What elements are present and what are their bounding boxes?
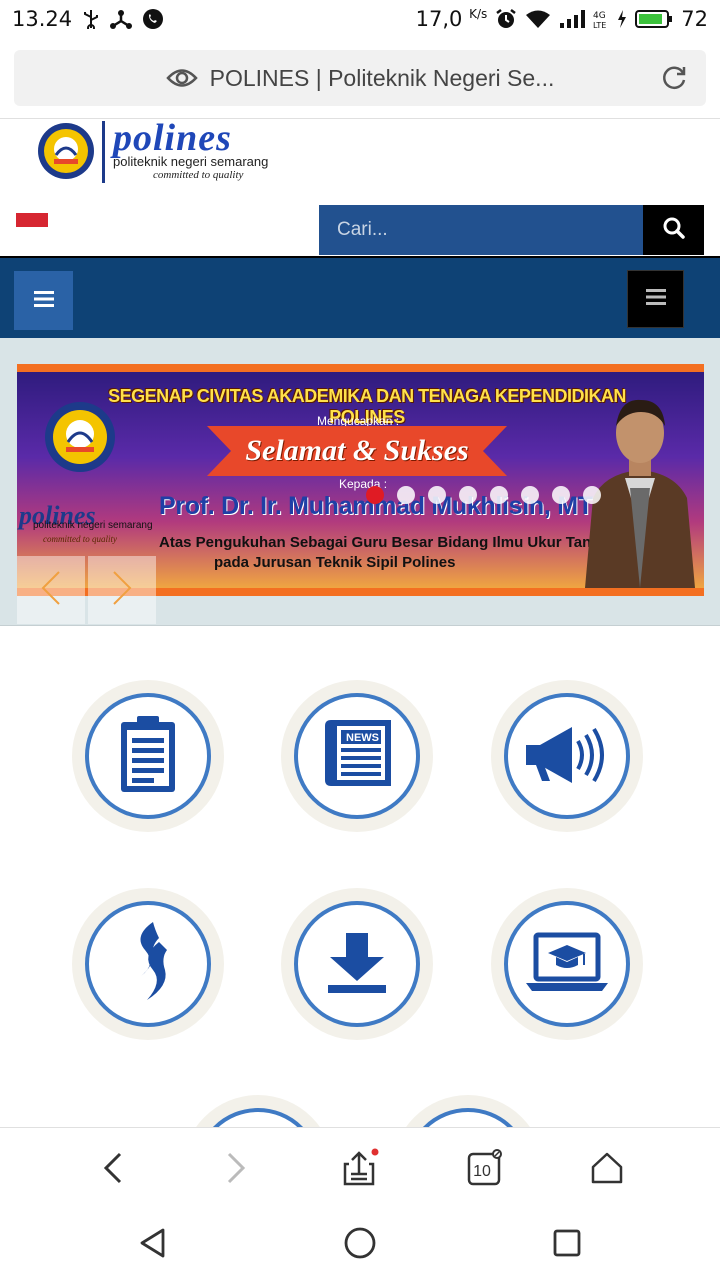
- wifi-icon: [525, 9, 551, 29]
- banner-line-2: pada Jurusan Teknik Sipil Polines: [214, 554, 456, 571]
- slider-next-button[interactable]: [88, 556, 156, 624]
- tile-announcements[interactable]: [72, 680, 224, 832]
- banner-line-1: Atas Pengukuhan Sebagai Guru Besar Bidan…: [159, 534, 609, 551]
- home-icon: [590, 1151, 624, 1189]
- search-button[interactable]: [643, 205, 704, 255]
- chevron-right-icon: [111, 570, 133, 610]
- charging-icon: [617, 9, 627, 29]
- download-icon: [324, 929, 390, 999]
- brand-tagline: politeknik negeri semarang: [113, 154, 269, 169]
- slider-dot[interactable]: [459, 486, 477, 504]
- whatsapp-icon: [142, 8, 164, 30]
- chevron-left-icon: [40, 570, 62, 610]
- back-button[interactable]: [91, 1148, 135, 1192]
- net-speed: 17,0 K/s: [415, 7, 488, 31]
- menu-toggle-right[interactable]: [627, 270, 684, 328]
- tile-elearning[interactable]: [491, 888, 643, 1040]
- slider-dot[interactable]: [397, 486, 415, 504]
- slider-dot[interactable]: [490, 486, 508, 504]
- chevron-right-icon: [226, 1152, 246, 1188]
- search-icon: [663, 217, 685, 243]
- tile-news[interactable]: NEWS: [281, 680, 433, 832]
- polines-seal-icon: [36, 121, 96, 185]
- hamburger-icon: [645, 288, 666, 310]
- tile-polines-profile[interactable]: [72, 888, 224, 1040]
- tile-announcement-megaphone[interactable]: [491, 680, 643, 832]
- page-title: POLINES | Politeknik Negeri Se...: [209, 64, 555, 91]
- forward-button[interactable]: [214, 1148, 258, 1192]
- menu-toggle-left[interactable]: [14, 271, 73, 330]
- banner-greeting: Selamat & Sukses: [245, 434, 469, 467]
- tile-ring: [504, 901, 630, 1027]
- eye-icon: [165, 67, 198, 89]
- status-time: 13.24: [12, 7, 73, 31]
- banner-ribbon: Selamat & Sukses: [207, 426, 507, 476]
- alarm-icon: [495, 8, 517, 30]
- tabs-count: 10: [473, 1163, 491, 1180]
- slider-dot[interactable]: [428, 486, 446, 504]
- home-button[interactable]: [585, 1148, 629, 1192]
- tile-ring: NEWS: [294, 693, 420, 819]
- brand-motto: committed to quality: [153, 169, 244, 181]
- browser-toolbar: 10: [0, 1127, 720, 1209]
- share-network-icon: [110, 9, 133, 29]
- banner-seal-icon: [43, 400, 117, 478]
- banner-logo-motto: committed to quality: [43, 534, 117, 544]
- status-bar: 13.24 17,0 K/s 4G LTE 72: [0, 0, 720, 38]
- search-input[interactable]: [319, 205, 643, 255]
- tabs-button[interactable]: 10: [461, 1148, 505, 1192]
- language-flag-icon[interactable]: [16, 213, 48, 227]
- tile-ring: [85, 693, 211, 819]
- slider-pagination: [366, 486, 601, 504]
- tile-download[interactable]: [281, 888, 433, 1040]
- elearning-laptop-icon: [522, 929, 612, 999]
- slider-dot[interactable]: [366, 486, 384, 504]
- slider-dot[interactable]: [521, 486, 539, 504]
- logo-divider: [102, 121, 105, 183]
- system-recents-button[interactable]: [545, 1223, 589, 1267]
- slider-dot[interactable]: [583, 486, 601, 504]
- site-header: polines politeknik negeri semarang commi…: [0, 118, 720, 256]
- hamburger-icon: [33, 290, 54, 312]
- square-recents-icon: [552, 1228, 582, 1262]
- system-navigation-bar: [0, 1209, 720, 1280]
- banner-mengucapkan: Mengucapkan :: [317, 414, 400, 428]
- slider-dot[interactable]: [552, 486, 570, 504]
- svg-text:4G: 4G: [593, 11, 606, 21]
- announcement-board-icon: [115, 714, 181, 798]
- banner-top-stripe: [17, 364, 704, 372]
- system-back-button[interactable]: [131, 1223, 175, 1267]
- tile-ring: [294, 901, 420, 1027]
- banner-logo-tagline: politeknik negeri semarang: [33, 520, 153, 531]
- svg-text:NEWS: NEWS: [346, 732, 379, 744]
- signal-icon: [559, 9, 586, 29]
- screen: 13.24 17,0 K/s 4G LTE 72 POLINES | Polit…: [0, 0, 720, 1280]
- usb-icon: [82, 9, 100, 29]
- reload-icon[interactable]: [660, 64, 688, 96]
- flame-logo-icon: [123, 920, 173, 1008]
- banner-slider: SEGENAP CIVITAS AKADEMIKA DAN TENAGA KEP…: [0, 338, 720, 626]
- svg-text:LTE: LTE: [593, 21, 606, 29]
- address-bar[interactable]: POLINES | Politeknik Negeri Se...: [14, 50, 706, 106]
- system-home-button[interactable]: [338, 1223, 382, 1267]
- share-button[interactable]: [337, 1148, 381, 1192]
- tile-ring: [85, 901, 211, 1027]
- brand-name: polines: [113, 117, 232, 159]
- triangle-back-icon: [138, 1227, 168, 1263]
- megaphone-icon: [522, 719, 612, 793]
- quick-links-grid: NEWS: [0, 627, 720, 1247]
- battery-icon: [635, 9, 673, 29]
- lte-icon: 4G LTE: [593, 9, 609, 29]
- circle-home-icon: [343, 1226, 377, 1264]
- polines-logo[interactable]: polines politeknik negeri semarang commi…: [36, 117, 269, 185]
- main-navbar: [0, 256, 720, 338]
- share-tray-icon: [339, 1148, 379, 1192]
- tile-ring: [504, 693, 630, 819]
- chevron-left-icon: [103, 1152, 123, 1188]
- news-icon: NEWS: [319, 716, 395, 796]
- battery-level: 72: [681, 7, 708, 31]
- honoree-photo: [575, 378, 704, 592]
- slider-prev-button[interactable]: [17, 556, 85, 624]
